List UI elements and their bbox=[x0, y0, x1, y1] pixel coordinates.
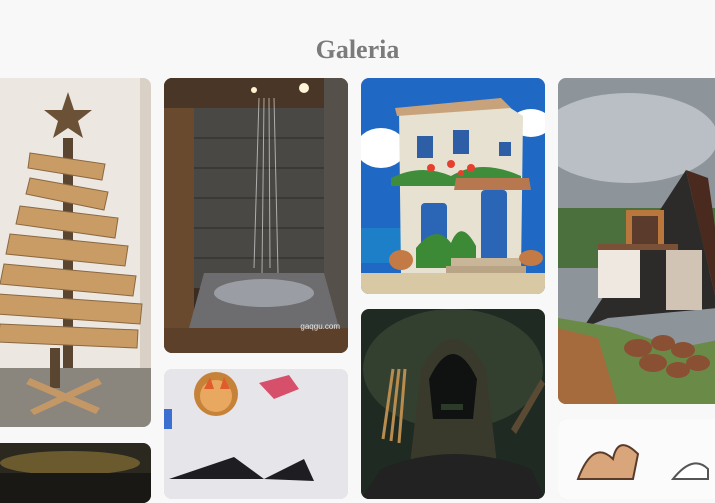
gallery-image-cartoon-sketch[interactable] bbox=[558, 419, 715, 499]
gallery-image-hooded-archer[interactable] bbox=[361, 309, 545, 499]
gallery-image-night-scene[interactable] bbox=[0, 443, 151, 503]
page-title: Galeria bbox=[315, 35, 400, 65]
watermark-text: gaqgu.com bbox=[300, 322, 340, 331]
gallery-image-paper-craft[interactable] bbox=[164, 369, 348, 499]
gallery-image-stone-shower[interactable]: gaqgu.com bbox=[164, 78, 348, 353]
gallery-image-pallet-tree[interactable] bbox=[0, 78, 151, 427]
gallery-image-mediterranean-house[interactable] bbox=[361, 78, 545, 294]
gallery-image-a-frame-house[interactable] bbox=[558, 78, 715, 404]
